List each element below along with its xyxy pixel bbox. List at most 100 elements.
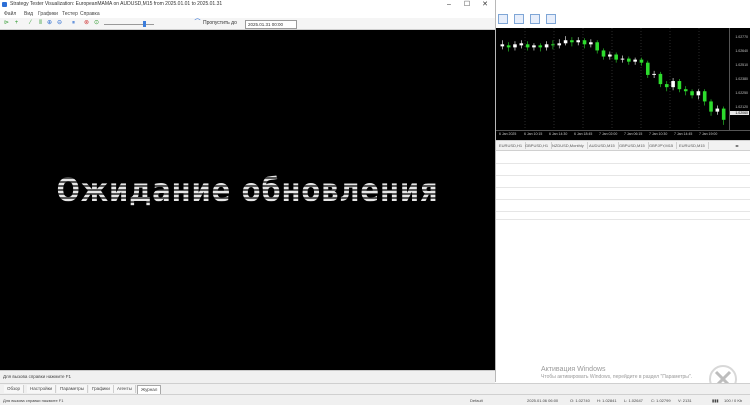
tab-gbpusd-m15[interactable]: GBPUSD,M15: [616, 142, 649, 149]
candle-body: [557, 43, 562, 46]
candle-body: [709, 101, 713, 112]
time-scale: 6 Jan 2025 6 Jan 10:15 6 Jan 14:30 6 Jan…: [496, 130, 750, 140]
tab-gbpusd-h1[interactable]: GBPUSD,H1: [522, 142, 553, 149]
status-high: H: 1.02841: [597, 398, 617, 403]
activation-subtitle: Чтобы активировать Windows, перейдите в …: [541, 374, 693, 380]
divider: [496, 199, 750, 200]
maximize-button[interactable]: ☐: [458, 0, 476, 9]
tab-charts[interactable]: Графики: [89, 385, 114, 393]
status-traffic: 100 / 0 Kb: [724, 398, 743, 403]
candle-body: [601, 50, 606, 57]
candle-body: [627, 58, 631, 62]
candle-body: [538, 45, 543, 48]
candle-body: [513, 44, 517, 48]
tab-nzdusd-monthly[interactable]: NZDUSD,Monthly: [549, 142, 588, 149]
tab-journal[interactable]: Журнал: [137, 385, 162, 394]
candle-body: [664, 84, 669, 88]
layout-icon[interactable]: [498, 14, 508, 24]
title-bar[interactable]: Strategy Tester Visualization: EuropeanM…: [0, 0, 495, 9]
price-chart[interactable]: 1.02770 1.02640 1.02510 1.02380 1.02250 …: [496, 28, 750, 140]
skip-date-input[interactable]: 2025.01.31 00:00: [245, 20, 297, 29]
step-icon[interactable]: ⊙: [93, 20, 100, 27]
tab-settings[interactable]: Настройки: [27, 385, 57, 393]
strategy-tester-window: Strategy Tester Visualization: EuropeanM…: [0, 0, 496, 383]
play-icon[interactable]: ⊳: [3, 20, 10, 27]
tab-parameters[interactable]: Параметры: [57, 385, 88, 393]
candle-body: [563, 40, 568, 44]
symbol-tabs: EURUSD,H1 GBPUSD,H1 NZDUSD,Monthly AUDUS…: [496, 140, 750, 151]
main-status-bar: Для вызова справки нажмите F1 Default 20…: [0, 394, 750, 405]
menu-tester[interactable]: Тестер: [62, 11, 78, 17]
chart-windows-icon[interactable]: [546, 14, 556, 24]
candle-body: [506, 45, 511, 48]
menu-help[interactable]: Справка: [80, 11, 100, 17]
price-tick: 1.02770: [735, 35, 748, 39]
skip-to-icon[interactable]: ⌒: [194, 20, 201, 27]
minimize-button[interactable]: –: [440, 0, 458, 9]
tab-agents[interactable]: Агенты: [114, 385, 136, 393]
candle-body: [683, 89, 688, 92]
candle-body: [551, 44, 555, 46]
candle-body: [620, 58, 625, 60]
candle-body: [614, 54, 618, 60]
stop-icon[interactable]: ⊗: [83, 20, 90, 27]
status-open: O: 1.02740: [570, 398, 590, 403]
windows-activation-notice: Активация Windows Чтобы активировать Win…: [541, 366, 692, 380]
window-title: Strategy Tester Visualization: EuropeanM…: [10, 1, 223, 7]
candle-body: [639, 59, 644, 63]
candle-body: [652, 73, 656, 75]
tester-status-text: Для вызова справки нажмите F1: [3, 374, 72, 379]
time-tick: 7 Jan 10:30: [649, 132, 668, 136]
candle-body: [582, 40, 587, 45]
status-datetime: 2025.01.06 06:00: [527, 398, 559, 403]
menu-charts[interactable]: Графики: [38, 11, 58, 17]
tab-overview[interactable]: Обзор: [4, 385, 24, 393]
candle-body: [645, 62, 650, 75]
app-icon: [2, 2, 7, 7]
divider: [496, 175, 750, 176]
tab-gbpjpy-m15[interactable]: GBPJPY,M15: [646, 142, 678, 149]
price-tick: 1.02510: [735, 63, 748, 67]
status-low: L: 1.02647: [624, 398, 643, 403]
price-scale: 1.02770 1.02640 1.02510 1.02380 1.02250 …: [729, 28, 750, 132]
tile-icon[interactable]: [514, 14, 524, 24]
time-tick: 6 Jan 10:15: [524, 132, 543, 136]
zoom-out-icon[interactable]: ⊖: [56, 20, 63, 27]
close-button[interactable]: ✕: [476, 0, 494, 9]
time-tick: 7 Jan 14:45: [674, 132, 693, 136]
tabs-scroll-arrows[interactable]: ◂▸: [732, 142, 742, 149]
crosshair-icon[interactable]: +: [13, 20, 20, 27]
activation-title: Активация Windows: [541, 366, 606, 373]
bars-icon[interactable]: ⫴: [37, 20, 44, 27]
pause-icon[interactable]: ⏸: [70, 20, 77, 27]
speed-slider-knob[interactable]: [143, 21, 146, 27]
skip-to-label: Пропустить до: [203, 20, 237, 26]
candle-body: [633, 59, 637, 62]
zoom-in-icon[interactable]: ⊕: [46, 20, 53, 27]
menu-file[interactable]: Файл: [4, 11, 16, 17]
tester-status-bar: Для вызова справки нажмите F1: [0, 370, 495, 383]
waiting-message: Ожидание обновления: [35, 171, 461, 209]
candle-body: [519, 43, 524, 46]
menu-bar: Файл Вид Графики Тестер Справка: [0, 10, 495, 18]
candle-body: [532, 45, 536, 48]
status-help: Для вызова справки нажмите F1: [3, 398, 64, 403]
menu-view[interactable]: Вид: [24, 11, 33, 17]
status-volume: V: 2131: [678, 398, 692, 403]
tab-audusd-m15[interactable]: AUDUSD,M15: [586, 142, 619, 149]
chart-line-icon[interactable]: ⁄: [27, 20, 34, 27]
candle-body: [658, 73, 663, 85]
price-tick: 1.02380: [735, 77, 748, 81]
status-profile: Default: [470, 398, 483, 403]
candle-body: [671, 81, 675, 88]
cascade-icon[interactable]: [530, 14, 540, 24]
last-price-label: 1.02060: [730, 111, 749, 115]
candle-body: [589, 42, 593, 45]
candle-body: [570, 40, 574, 43]
candle-body: [500, 44, 505, 47]
time-tick: 7 Jan 02:00: [599, 132, 618, 136]
toolbar: ⊳ + ⁄ ⫴ ⊕ ⊖ ⏸ ⊗ ⊙ ⌒ Пропустить до 2025.0…: [0, 18, 495, 30]
tab-eurusd-m15[interactable]: EURUSD,M15: [676, 142, 709, 149]
time-tick: 7 Jan 06:15: [624, 132, 643, 136]
speed-slider-track[interactable]: [104, 24, 154, 25]
